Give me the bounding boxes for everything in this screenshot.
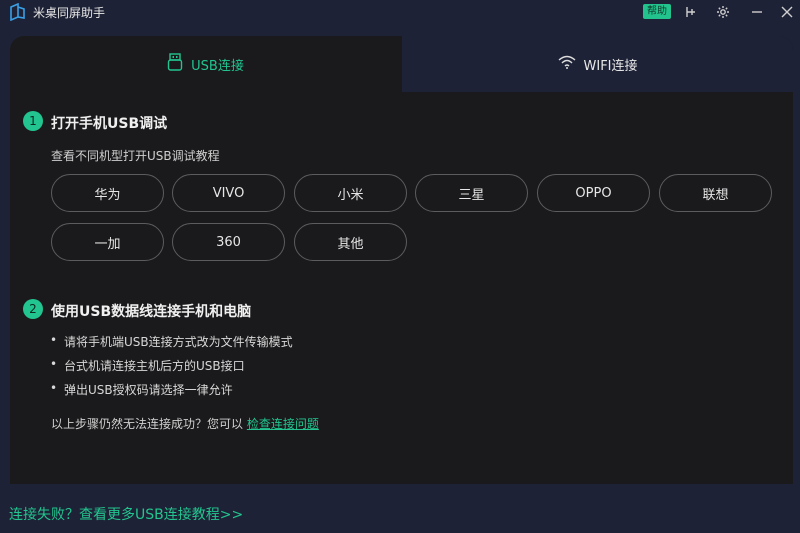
help-button[interactable]: 帮助 <box>643 4 671 19</box>
minimize-icon[interactable] <box>747 2 767 22</box>
tab-wifi-label: WIFI连接 <box>583 58 638 74</box>
more-tutorials-link[interactable]: 连接失败？查看更多USB连接教程>> <box>9 504 243 524</box>
settings-gear-icon[interactable] <box>713 2 733 22</box>
step-1-subtitle: 查看不同机型打开USB调试教程 <box>51 149 220 163</box>
check-connection-link[interactable]: 检查连接问题 <box>247 417 319 431</box>
tab-usb-label: USB连接 <box>191 58 244 74</box>
brand-button-samsung[interactable]: 三星 <box>415 174 528 212</box>
title-bar: 米桌同屏助手 帮助 <box>0 0 800 24</box>
step-1-title: 打开手机USB调试 <box>51 116 168 132</box>
instruction-bullet-3: 弹出USB授权码请选择一律允许 <box>50 381 233 398</box>
brand-button-huawei[interactable]: 华为 <box>51 174 164 212</box>
app-logo-icon <box>8 2 26 22</box>
brand-button-lenovo[interactable]: 联想 <box>659 174 772 212</box>
brand-button-vivo[interactable]: VIVO <box>172 174 285 212</box>
step-2-number: 2 <box>23 299 43 319</box>
brand-button-oneplus[interactable]: 一加 <box>51 223 164 261</box>
tab-wifi[interactable]: WIFI连接 <box>402 36 793 92</box>
pin-icon[interactable] <box>680 2 700 22</box>
brand-button-oppo[interactable]: OPPO <box>537 174 650 212</box>
instruction-bullet-1: 请将手机端USB连接方式改为文件传输模式 <box>50 333 293 350</box>
step-2-title: 使用USB数据线连接手机和电脑 <box>51 304 252 320</box>
brand-button-other[interactable]: 其他 <box>294 223 407 261</box>
main-panel: USB连接 WIFI连接 1 打开手机USB调试 查看不同机型打开USB调试教程… <box>10 36 793 484</box>
wifi-icon <box>558 55 576 73</box>
app-title: 米桌同屏助手 <box>33 6 106 20</box>
help-note-text: 以上步骤仍然无法连接成功？您可以 <box>51 417 244 431</box>
instruction-bullet-2: 台式机请连接主机后方的USB接口 <box>50 357 245 374</box>
brand-button-360[interactable]: 360 <box>172 223 285 261</box>
usb-icon <box>167 53 183 75</box>
step-1-number: 1 <box>23 111 43 131</box>
help-note: 以上步骤仍然无法连接成功？您可以 检查连接问题 <box>51 415 319 432</box>
close-icon[interactable] <box>777 2 797 22</box>
tab-usb[interactable]: USB连接 <box>10 36 401 92</box>
brand-button-xiaomi[interactable]: 小米 <box>294 174 407 212</box>
